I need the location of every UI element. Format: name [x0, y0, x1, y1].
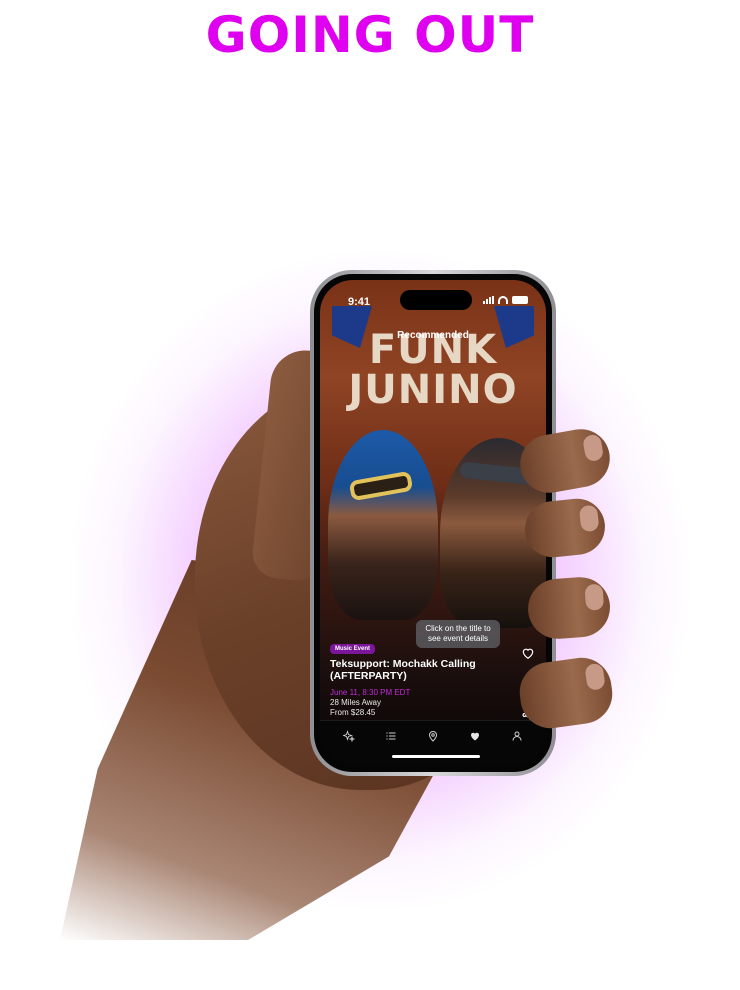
heart-icon[interactable] [520, 645, 536, 661]
tooltip: Click on the title to see event details [416, 620, 500, 648]
battery-icon [512, 296, 528, 304]
bottom-tab-bar [320, 720, 546, 766]
phone-screen: FUNK JUNINO 9:41 Recommended Click on the… [320, 280, 546, 766]
status-time: 9:41 [348, 296, 371, 308]
phone-bezel: FUNK JUNINO 9:41 Recommended Click on the… [314, 274, 552, 772]
event-price: From $28.45 [330, 708, 376, 717]
event-date: June 11, 8:30 PM EDT [330, 688, 411, 697]
location-pin-icon[interactable] [421, 727, 445, 745]
event-distance: 28 Miles Away [330, 698, 381, 707]
signal-icon [483, 296, 494, 304]
event-category-badge: Music Event [330, 644, 376, 654]
poster-person-left [328, 430, 438, 620]
heart-filled-icon[interactable] [463, 727, 487, 745]
profile-icon[interactable] [505, 727, 529, 745]
poster-title: FUNK JUNINO [348, 327, 518, 413]
event-title[interactable]: Teksupport: Mochakk Calling (AFTERPARTY) [330, 658, 500, 682]
list-icon[interactable] [379, 727, 403, 745]
dynamic-island [400, 290, 472, 310]
headline: GOING OUT [205, 6, 535, 64]
phone-mockup: FUNK JUNINO 9:41 Recommended Click on the… [310, 270, 556, 776]
home-indicator [392, 755, 480, 758]
section-label: Recommended [397, 330, 469, 341]
status-icons [483, 296, 528, 304]
sparkles-icon[interactable] [337, 727, 361, 745]
wifi-icon [498, 296, 508, 304]
